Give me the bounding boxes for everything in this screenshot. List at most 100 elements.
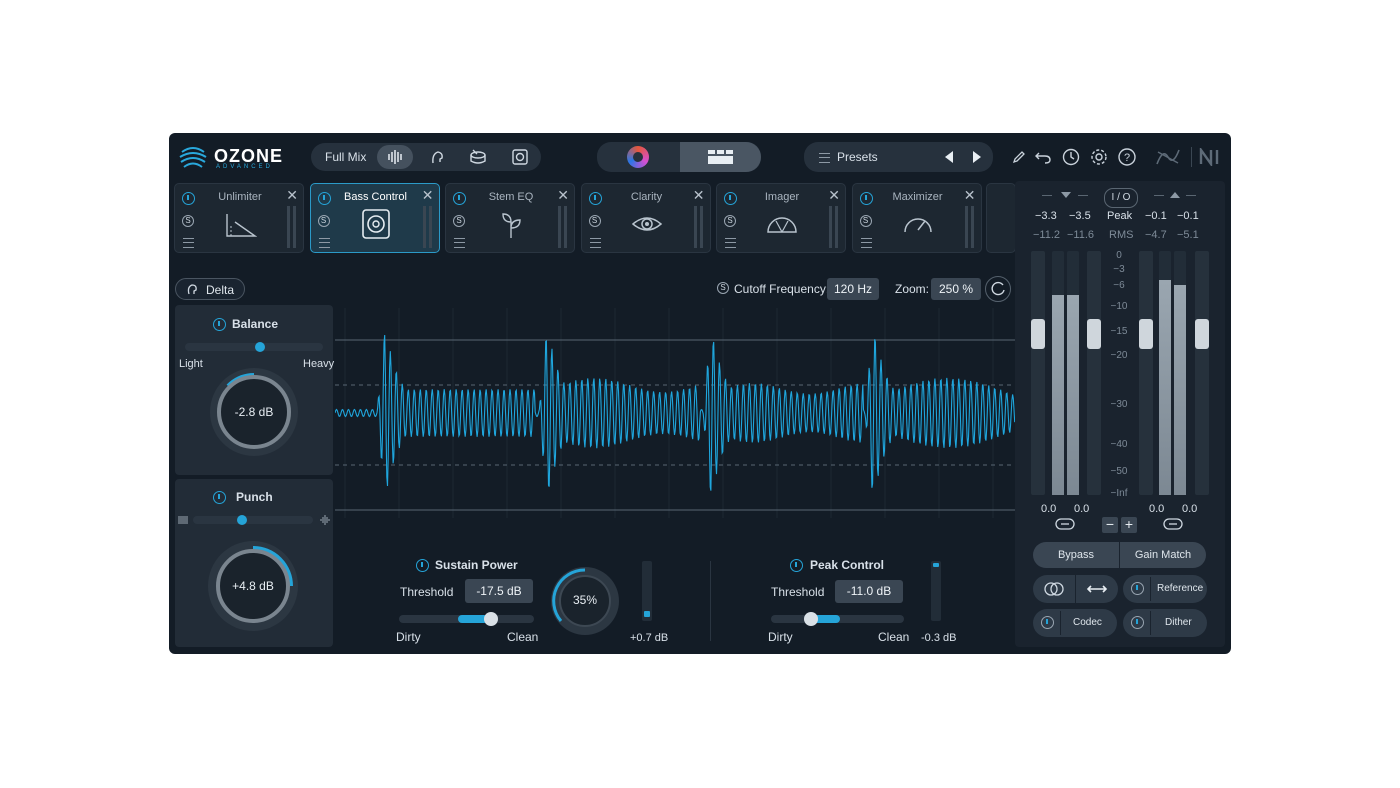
module-solo-icon[interactable]: S bbox=[317, 215, 330, 227]
input-fader-right-thumb[interactable] bbox=[1087, 319, 1101, 349]
cutoff-field[interactable]: 120 Hz bbox=[827, 278, 879, 300]
module-bass-control[interactable]: S Bass Control ✕ bbox=[309, 183, 440, 253]
module-menu-icon[interactable] bbox=[183, 238, 194, 248]
reference-button[interactable]: Reference bbox=[1123, 575, 1207, 603]
module-solo-icon[interactable]: S bbox=[724, 215, 736, 227]
mono-button[interactable] bbox=[1033, 575, 1075, 603]
peak-gain-value: -0.3 dB bbox=[921, 632, 957, 644]
next-preset-icon[interactable] bbox=[971, 150, 983, 164]
punch-slider[interactable] bbox=[193, 515, 313, 525]
swap-channels-button[interactable] bbox=[1076, 575, 1118, 603]
codec-power-icon[interactable] bbox=[1041, 616, 1054, 629]
zoom-field[interactable]: 250 % bbox=[931, 278, 981, 300]
module-close-icon[interactable]: ✕ bbox=[286, 187, 298, 204]
input-meter-left bbox=[1052, 251, 1064, 495]
output-gain-left: 0.0 bbox=[1149, 503, 1165, 515]
peak-left-label: Dirty bbox=[768, 630, 793, 644]
help-icon[interactable]: ? bbox=[1117, 147, 1137, 167]
refresh-icon bbox=[991, 281, 1005, 296]
ear-icon bbox=[187, 284, 197, 295]
previous-preset-icon[interactable] bbox=[943, 150, 955, 164]
full-mix-button[interactable]: Full Mix bbox=[325, 150, 366, 164]
balance-knob[interactable]: -2.8 dB bbox=[217, 375, 291, 449]
waveform-mode-button[interactable] bbox=[377, 145, 413, 169]
input-fader-left-track bbox=[1031, 251, 1045, 495]
module-solo-icon[interactable]: S bbox=[859, 215, 872, 227]
peak-threshold-field[interactable]: -11.0 dB bbox=[835, 580, 903, 603]
codec-button[interactable]: Codec bbox=[1033, 609, 1117, 637]
module-solo-icon[interactable]: S bbox=[588, 215, 601, 227]
module-menu-icon[interactable] bbox=[454, 238, 465, 248]
input-link-icon[interactable] bbox=[1055, 518, 1075, 530]
punch-knob[interactable]: +4.8 dB bbox=[216, 549, 290, 623]
modules-view-button[interactable] bbox=[680, 142, 761, 172]
module-unlimiter[interactable]: S Unlimiter ✕ bbox=[174, 183, 304, 253]
peak-slider[interactable] bbox=[771, 612, 904, 626]
module-imager[interactable]: S Imager ✕ bbox=[716, 183, 846, 253]
input-fader-left-thumb[interactable] bbox=[1031, 319, 1045, 349]
output-fader-left-thumb[interactable] bbox=[1139, 319, 1153, 349]
history-icon[interactable] bbox=[1061, 147, 1081, 167]
delta-button[interactable]: Delta bbox=[175, 278, 245, 300]
master-assistant-icon[interactable] bbox=[627, 146, 649, 168]
sustain-power-icon[interactable] bbox=[416, 559, 429, 572]
reset-zoom-button[interactable] bbox=[985, 276, 1011, 302]
module-solo-icon[interactable]: S bbox=[182, 215, 194, 227]
meter-scale-tick: −40 bbox=[1110, 439, 1128, 450]
undo-icon[interactable] bbox=[1034, 148, 1052, 166]
gain-increase-button[interactable]: + bbox=[1121, 517, 1137, 533]
punch-slider-thumb[interactable] bbox=[237, 515, 247, 525]
peak-slider-thumb[interactable] bbox=[804, 612, 819, 626]
dither-button[interactable]: Dither bbox=[1123, 609, 1207, 637]
sustain-slider-thumb[interactable] bbox=[483, 612, 498, 626]
signal-icon[interactable] bbox=[1155, 146, 1181, 168]
output-link-icon[interactable] bbox=[1163, 518, 1183, 530]
module-maximizer[interactable]: S Maximizer ✕ bbox=[851, 183, 982, 253]
module-menu-icon[interactable] bbox=[725, 238, 736, 248]
pencil-icon[interactable] bbox=[1011, 149, 1027, 165]
output-dash-left bbox=[1154, 195, 1164, 196]
add-module-slot[interactable] bbox=[986, 183, 1016, 253]
module-menu-icon[interactable] bbox=[589, 238, 601, 248]
module-clarity[interactable]: S Clarity ✕ bbox=[580, 183, 711, 253]
presets-label[interactable]: Presets bbox=[837, 150, 878, 164]
zoom-label: Zoom: bbox=[895, 282, 930, 296]
module-close-icon[interactable]: ✕ bbox=[693, 187, 705, 204]
module-input-meter bbox=[964, 206, 968, 248]
bypass-button[interactable]: Bypass bbox=[1033, 542, 1119, 568]
module-close-icon[interactable]: ✕ bbox=[964, 187, 976, 204]
punch-power-icon[interactable] bbox=[213, 491, 226, 504]
module-close-icon[interactable]: ✕ bbox=[557, 187, 569, 204]
codec-divider bbox=[1060, 611, 1061, 635]
cutoff-solo-icon[interactable]: S bbox=[717, 282, 729, 294]
module-close-icon[interactable]: ✕ bbox=[422, 187, 434, 204]
balance-slider[interactable] bbox=[185, 342, 323, 352]
speaker-icon[interactable] bbox=[511, 148, 529, 166]
drum-icon[interactable] bbox=[469, 148, 487, 166]
module-solo-icon[interactable]: S bbox=[453, 215, 465, 227]
sustain-slider[interactable] bbox=[399, 612, 534, 626]
io-toggle[interactable]: I / O bbox=[1104, 188, 1138, 208]
balance-power-icon[interactable] bbox=[213, 318, 226, 331]
module-menu-icon[interactable] bbox=[318, 238, 330, 248]
module-menu-icon[interactable] bbox=[860, 238, 872, 248]
balance-slider-thumb[interactable] bbox=[255, 342, 266, 352]
sustain-knob[interactable]: 35% bbox=[559, 575, 611, 627]
peak-power-icon[interactable] bbox=[790, 559, 803, 572]
preset-list-icon[interactable] bbox=[819, 153, 830, 163]
module-stem-eq[interactable]: S Stem EQ ✕ bbox=[445, 183, 575, 253]
ni-logo bbox=[1199, 148, 1219, 166]
dither-power-icon[interactable] bbox=[1131, 616, 1144, 629]
input-meter-left-level bbox=[1052, 295, 1064, 495]
reference-power-icon[interactable] bbox=[1131, 582, 1144, 595]
gain-match-button[interactable]: Gain Match bbox=[1120, 542, 1206, 568]
peak-label: Peak bbox=[1107, 210, 1133, 222]
sustain-threshold-field[interactable]: -17.5 dB bbox=[465, 579, 533, 603]
output-fader-right-thumb[interactable] bbox=[1195, 319, 1209, 349]
sustain-gain-meter[interactable] bbox=[642, 561, 652, 621]
vocal-icon[interactable] bbox=[428, 148, 446, 166]
gear-icon[interactable] bbox=[1089, 147, 1109, 167]
module-close-icon[interactable]: ✕ bbox=[828, 187, 840, 204]
peak-gain-meter[interactable] bbox=[931, 561, 941, 621]
gain-decrease-button[interactable]: − bbox=[1102, 517, 1118, 533]
